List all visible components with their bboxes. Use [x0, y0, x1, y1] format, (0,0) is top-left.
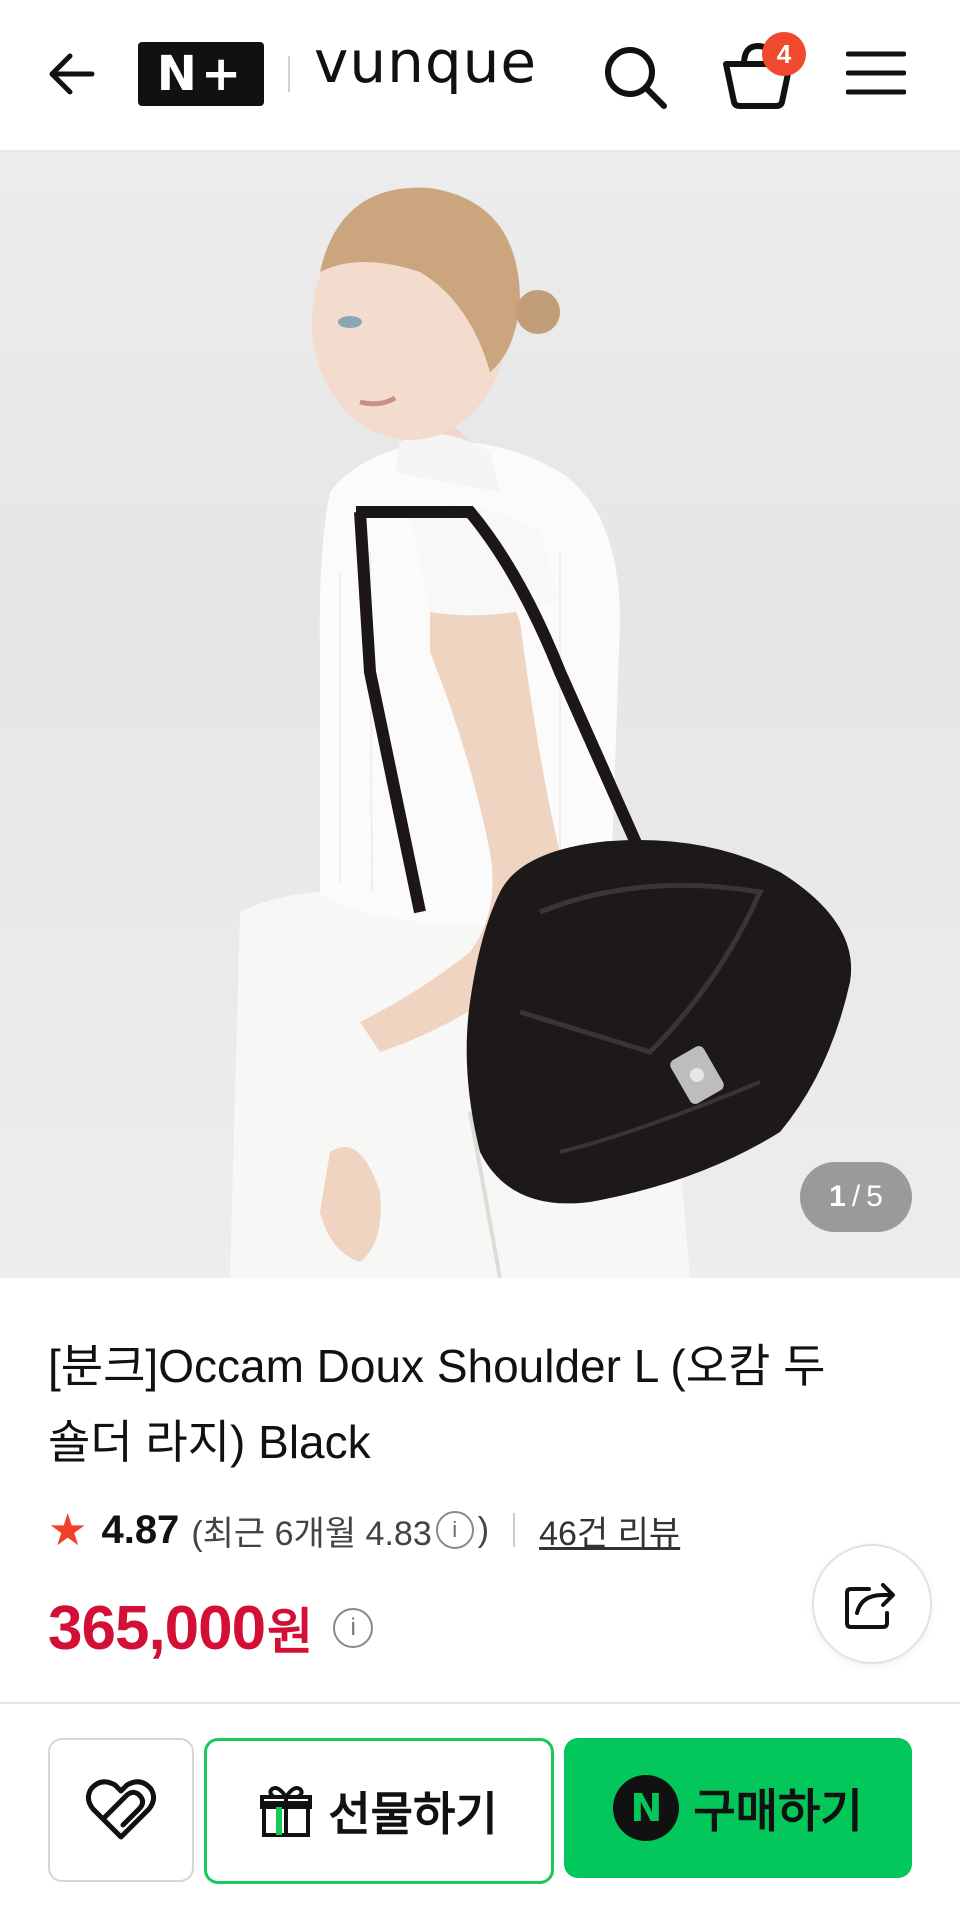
divider: [513, 1513, 516, 1547]
share-button[interactable]: [812, 1544, 932, 1664]
image-counter-separator: /: [851, 1180, 861, 1213]
nplus-logo[interactable]: N+: [138, 42, 264, 106]
product-image[interactable]: 1 / 5: [0, 152, 960, 1278]
share-icon: [845, 1583, 895, 1629]
image-counter-total: 5: [866, 1180, 883, 1213]
recent-rating: (최근 6개월 4.83: [191, 1514, 432, 1553]
rating-row: ★ 4.87 (최근 6개월 4.83 i ) 46건 리뷰: [48, 1504, 680, 1556]
gift-button-label: 선물하기: [328, 1788, 498, 1840]
gift-icon: [260, 1786, 313, 1837]
image-counter: 1 / 5: [800, 1162, 912, 1232]
product-photo: [230, 187, 852, 1278]
info-icon[interactable]: i: [435, 1511, 474, 1549]
top-header: N+ vunque 4: [0, 0, 960, 152]
price-row: 365,000 원 i: [48, 1592, 374, 1664]
wishlist-button[interactable]: [48, 1738, 194, 1882]
bottom-action-bar: 선물하기 N 구매하기: [0, 1702, 960, 1910]
search-icon[interactable]: [600, 42, 670, 112]
heart-icon: [85, 1779, 157, 1840]
product-title: [분크]Occam Doux Shoulder L (오캄 두 숄더 라지) B…: [48, 1340, 826, 1468]
reviews-link[interactable]: 46건 리뷰: [539, 1506, 680, 1555]
back-icon[interactable]: [44, 46, 100, 102]
recent-rating-close: ): [477, 1510, 490, 1549]
menu-icon[interactable]: [846, 48, 906, 98]
price-info-icon[interactable]: i: [333, 1608, 374, 1648]
gift-button[interactable]: 선물하기: [204, 1738, 554, 1884]
buy-button-label: 구매하기: [693, 1785, 863, 1837]
npay-icon: N: [613, 1775, 680, 1841]
image-counter-current: 1: [829, 1180, 846, 1213]
logo-divider: [288, 56, 290, 92]
star-icon: ★: [48, 1505, 88, 1555]
price-value: 365,000: [48, 1593, 266, 1663]
rating-score: 4.87: [101, 1507, 180, 1552]
price-currency: 원: [267, 1604, 314, 1660]
buy-button[interactable]: N 구매하기: [564, 1738, 912, 1878]
cart-count-badge: 4: [762, 32, 806, 76]
brand-name[interactable]: vunque: [314, 28, 537, 96]
